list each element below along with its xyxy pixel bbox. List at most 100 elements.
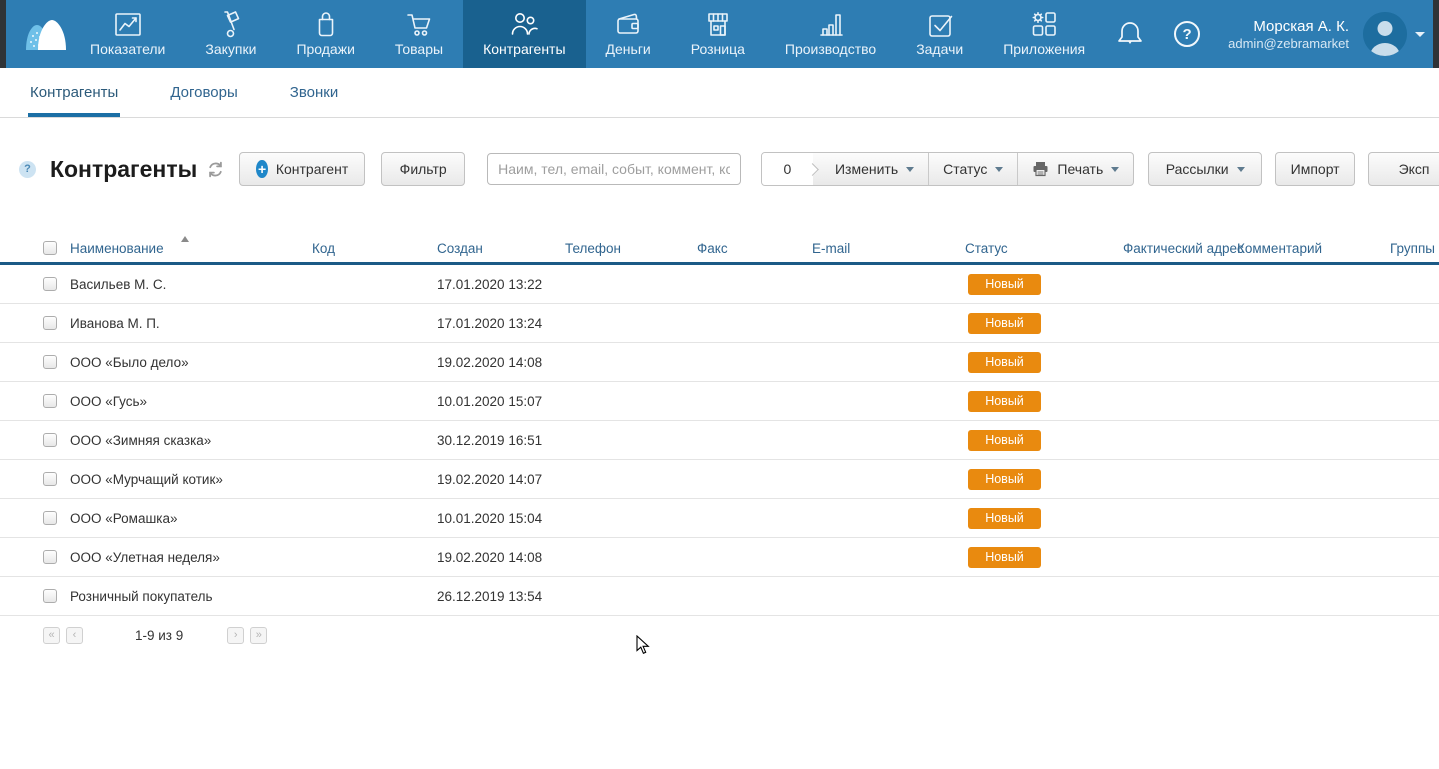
nav-label: Производство xyxy=(785,41,876,57)
nav-label: Товары xyxy=(395,41,443,57)
tab-counterparties[interactable]: Контрагенты xyxy=(28,68,120,117)
status-badge[interactable]: Новый xyxy=(968,352,1041,373)
import-button[interactable]: Импорт xyxy=(1275,152,1355,186)
nav-item-counterparties[interactable]: Контрагенты xyxy=(463,0,585,68)
page-prev-button[interactable]: ‹ xyxy=(66,627,83,644)
row-checkbox[interactable] xyxy=(43,433,57,447)
nav-item-production[interactable]: Производство xyxy=(765,0,896,68)
bar-chart-icon xyxy=(815,9,847,39)
table-header: Наименование Код Создан Телефон Факс E-m… xyxy=(0,233,1439,265)
column-header-address[interactable]: Фактический адрес xyxy=(1123,233,1244,265)
add-counterparty-button[interactable]: + Контрагент xyxy=(239,152,365,186)
search-input[interactable] xyxy=(487,153,741,185)
row-checkbox[interactable] xyxy=(43,394,57,408)
nav-item-money[interactable]: Деньги xyxy=(586,0,671,68)
row-checkbox[interactable] xyxy=(43,511,57,525)
refresh-icon[interactable] xyxy=(207,161,224,178)
table-row[interactable]: Васильев М. С. 17.01.2020 13:22 Новый xyxy=(0,265,1439,304)
page-first-button[interactable]: « xyxy=(43,627,60,644)
row-checkbox[interactable] xyxy=(43,316,57,330)
counterparty-name[interactable]: Розничный покупатель xyxy=(70,577,213,616)
nav-item-indicators[interactable]: Показатели xyxy=(70,0,185,68)
page-last-button[interactable]: » xyxy=(250,627,267,644)
page-help-icon[interactable]: ? xyxy=(19,161,36,178)
table-row[interactable]: ООО «Зимняя сказка» 30.12.2019 16:51 Нов… xyxy=(0,421,1439,460)
printer-icon xyxy=(1032,161,1049,177)
status-badge[interactable]: Новый xyxy=(968,430,1041,451)
column-header-groups[interactable]: Группы xyxy=(1390,233,1435,265)
chevron-down-icon xyxy=(995,167,1003,172)
row-checkbox[interactable] xyxy=(43,277,57,291)
column-header-code[interactable]: Код xyxy=(312,233,335,265)
toolbar: ? Контрагенты + Контрагент Фильтр 0 Изме… xyxy=(0,150,1439,188)
column-header-name[interactable]: Наименование xyxy=(70,233,164,265)
counterparty-name[interactable]: ООО «Зимняя сказка» xyxy=(70,421,211,460)
counterparty-name[interactable]: ООО «Улетная неделя» xyxy=(70,538,220,577)
counterparty-name[interactable]: ООО «Гусь» xyxy=(70,382,147,421)
column-header-email[interactable]: E-mail xyxy=(812,233,850,265)
counterparty-name[interactable]: ООО «Было дело» xyxy=(70,343,189,382)
table-row[interactable]: ООО «Гусь» 10.01.2020 15:07 Новый xyxy=(0,382,1439,421)
chevron-down-icon xyxy=(1237,167,1245,172)
created-value: 26.12.2019 13:54 xyxy=(437,577,542,616)
status-badge[interactable]: Новый xyxy=(968,313,1041,334)
user-menu[interactable]: Морская А. К. admin@zebramarket xyxy=(1228,18,1349,51)
status-badge[interactable]: Новый xyxy=(968,469,1041,490)
row-checkbox[interactable] xyxy=(43,355,57,369)
tab-calls[interactable]: Звонки xyxy=(288,68,340,117)
moysklad-logo[interactable] xyxy=(22,12,70,58)
task-check-icon xyxy=(924,9,956,39)
status-badge[interactable]: Новый xyxy=(968,547,1041,568)
line-chart-icon xyxy=(112,9,144,39)
filter-button[interactable]: Фильтр xyxy=(381,152,465,186)
bell-icon[interactable] xyxy=(1116,19,1144,49)
column-header-phone[interactable]: Телефон xyxy=(565,233,621,265)
nav-item-goods[interactable]: Товары xyxy=(375,0,463,68)
status-badge[interactable]: Новый xyxy=(968,508,1041,529)
counterparty-name[interactable]: ООО «Ромашка» xyxy=(70,499,178,538)
bulk-actions-group: 0 Изменить Статус Печать xyxy=(761,152,1135,186)
column-header-created[interactable]: Создан xyxy=(437,233,483,265)
created-value: 30.12.2019 16:51 xyxy=(437,421,542,460)
tab-contracts[interactable]: Договоры xyxy=(168,68,239,117)
counterparty-name[interactable]: Иванова М. П. xyxy=(70,304,160,343)
status-badge[interactable]: Новый xyxy=(968,391,1041,412)
window-edge-right xyxy=(1433,0,1439,68)
counterparty-name[interactable]: ООО «Мурчащий котик» xyxy=(70,460,223,499)
column-header-fax[interactable]: Факс xyxy=(697,233,728,265)
wallet-icon xyxy=(612,9,644,39)
counterparties-table: Наименование Код Создан Телефон Факс E-m… xyxy=(0,233,1439,654)
table-row[interactable]: ООО «Улетная неделя» 19.02.2020 14:08 Но… xyxy=(0,538,1439,577)
table-row[interactable]: Иванова М. П. 17.01.2020 13:24 Новый xyxy=(0,304,1439,343)
nav-label: Задачи xyxy=(916,41,963,57)
row-checkbox[interactable] xyxy=(43,472,57,486)
print-dropdown[interactable]: Печать xyxy=(1017,153,1133,185)
counterparty-name[interactable]: Васильев М. С. xyxy=(70,265,166,304)
table-row[interactable]: ООО «Мурчащий котик» 19.02.2020 14:07 Но… xyxy=(0,460,1439,499)
table-row[interactable]: Розничный покупатель 26.12.2019 13:54 xyxy=(0,577,1439,616)
app-window: Показатели Закупки Продажи Товары xyxy=(0,0,1439,769)
nav-item-tasks[interactable]: Задачи xyxy=(896,0,983,68)
nav-item-purchases[interactable]: Закупки xyxy=(185,0,276,68)
row-checkbox[interactable] xyxy=(43,589,57,603)
chevron-down-icon[interactable] xyxy=(1415,32,1425,37)
mailings-dropdown[interactable]: Рассылки xyxy=(1148,152,1262,186)
hand-truck-icon xyxy=(215,9,247,39)
edit-dropdown[interactable]: Изменить xyxy=(821,153,928,185)
export-button[interactable]: Эксп xyxy=(1368,152,1439,186)
column-header-status[interactable]: Статус xyxy=(965,233,1008,265)
nav-item-retail[interactable]: Розница xyxy=(671,0,765,68)
avatar[interactable] xyxy=(1363,12,1407,56)
status-badge[interactable]: Новый xyxy=(968,274,1041,295)
nav-label: Закупки xyxy=(205,41,256,57)
status-dropdown[interactable]: Статус xyxy=(928,153,1017,185)
page-next-button[interactable]: › xyxy=(227,627,244,644)
table-row[interactable]: ООО «Ромашка» 10.01.2020 15:04 Новый xyxy=(0,499,1439,538)
column-header-comment[interactable]: Комментарий xyxy=(1237,233,1322,265)
row-checkbox[interactable] xyxy=(43,550,57,564)
question-icon[interactable]: ? xyxy=(1174,21,1200,47)
select-all-checkbox[interactable] xyxy=(43,241,57,255)
table-row[interactable]: ООО «Было дело» 19.02.2020 14:08 Новый xyxy=(0,343,1439,382)
nav-item-apps[interactable]: Приложения xyxy=(983,0,1105,68)
nav-item-sales[interactable]: Продажи xyxy=(276,0,374,68)
